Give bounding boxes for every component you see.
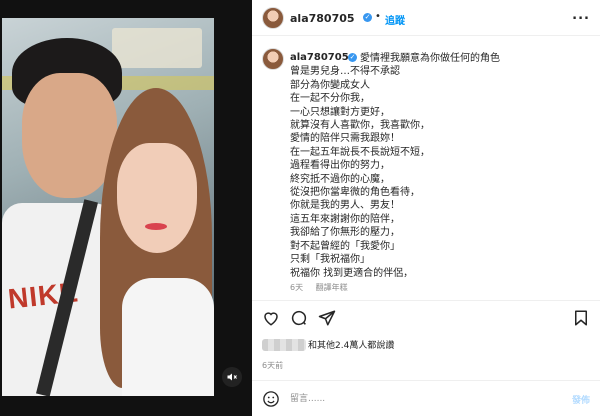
caption-line: 終究抵不過你的心魔， <box>290 173 390 185</box>
caption-line: 曾是男兒身…不得不承認 <box>290 66 400 78</box>
caption-avatar[interactable] <box>262 48 284 70</box>
caption-line: 在一起不分你我， <box>290 93 370 105</box>
likes-text: 和其他2.4萬人都說讚 <box>308 341 395 351</box>
caption-text: 愛情裡我願意為你做任何的角色 曾是男兒身…不得不承認 部分為你變成女人 在一起不… <box>290 52 590 280</box>
caption-line: 我卻給了你無形的壓力， <box>290 227 400 239</box>
caption-line: 從沒把你當卑微的角色看待， <box>290 187 420 199</box>
comment-icon[interactable] <box>290 309 308 327</box>
caption-line: 對不起曾經的「我愛你」 <box>290 240 400 252</box>
translate-link[interactable]: 翻譯年糕 <box>316 283 348 292</box>
media-pane: NIKE <box>0 0 252 416</box>
caption-line: 就算沒有人喜歡你，我喜歡你， <box>290 120 430 132</box>
background-sign <box>112 28 202 68</box>
caption-age: 6天 <box>290 283 304 292</box>
emoji-icon[interactable] <box>262 390 280 408</box>
speaker-muted-glyph <box>227 373 237 381</box>
header-username[interactable]: ala780705 <box>290 12 355 25</box>
caption-line: 部分為你變成女人 <box>290 79 370 91</box>
caption-line: 只剩「我祝福你」 <box>290 254 370 266</box>
avatar[interactable] <box>262 7 284 29</box>
caption-line: 祝福你 找到更適合的伴侶， <box>290 267 414 279</box>
post-comment-button[interactable]: 發佈 <box>572 393 590 406</box>
caption-line: 愛情裡我願意為你做任何的角色 <box>360 53 500 64</box>
caption-line: 在一起五年說長不長說短不短， <box>290 146 430 158</box>
liker-avatars <box>262 338 306 351</box>
caption-meta: 6天 翻譯年糕 <box>290 282 358 293</box>
likes-summary[interactable]: 和其他2.4萬人都說讚 <box>262 338 394 351</box>
caption-area: ala780705 ✓ 愛情裡我願意為你做任何的角色 曾是男兒身…不得不承認 部… <box>252 36 600 294</box>
send-icon[interactable] <box>318 309 336 327</box>
comment-box: 發佈 <box>252 380 600 416</box>
more-options-icon[interactable]: ... <box>572 8 590 23</box>
woman-lips <box>145 223 167 230</box>
caption-line: 一心只想讓對方更好， <box>290 106 390 118</box>
comment-input[interactable] <box>290 391 540 407</box>
woman-top <box>122 278 214 396</box>
caption-line: 愛情的陪伴只需我跟妳！ <box>290 133 400 145</box>
caption-line: 這五年來謝謝你的陪伴， <box>290 213 400 225</box>
verified-badge-icon: ✓ <box>363 13 372 22</box>
separator-dot: • <box>375 11 381 22</box>
post-panel: ala780705 ✓ • 追蹤 ... ala780705 ✓ 愛情裡我願意為… <box>252 0 600 416</box>
bookmark-icon[interactable] <box>572 309 590 327</box>
caption-line: 過程看得出你的努力， <box>290 160 390 172</box>
action-bar <box>252 300 600 332</box>
speaker-muted-icon[interactable] <box>222 367 242 387</box>
heart-icon[interactable] <box>262 309 280 327</box>
man-face <box>22 73 117 198</box>
post-header: ala780705 ✓ • 追蹤 ... <box>252 0 600 36</box>
post-photo[interactable]: NIKE <box>2 18 214 396</box>
woman-face <box>117 143 197 253</box>
caption-line: 你就是我的男人、男友！ <box>290 200 400 212</box>
follow-button[interactable]: 追蹤 <box>385 12 405 27</box>
post-time: 6天前 <box>262 361 284 370</box>
